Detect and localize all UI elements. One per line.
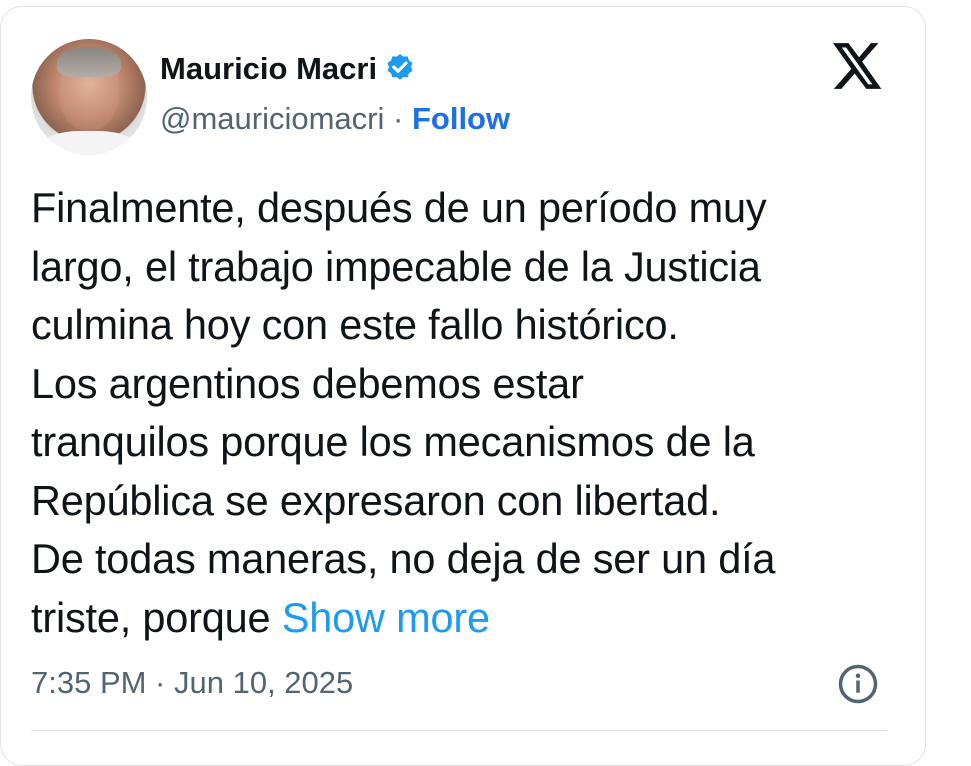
follow-button[interactable]: Follow <box>412 101 510 136</box>
avatar[interactable] <box>31 39 147 155</box>
handle-row: @mauriciomacri · Follow <box>160 99 510 139</box>
tweet-text: Finalmente, después de un período muy la… <box>31 184 776 641</box>
info-icon[interactable] <box>837 663 879 705</box>
separator-dot: · <box>384 101 412 136</box>
x-logo-icon[interactable] <box>833 43 883 89</box>
verified-badge-icon <box>387 54 413 80</box>
tweet-body: Finalmente, después de un período muy la… <box>31 179 911 647</box>
author-name[interactable]: Mauricio Macri <box>160 49 377 89</box>
tweet-header: Mauricio Macri @mauriciomacri · Follow <box>31 39 901 155</box>
author-handle[interactable]: @mauriciomacri <box>160 101 384 136</box>
divider <box>31 730 887 731</box>
avatar-hair <box>57 47 121 77</box>
tweet-timestamp[interactable]: 7:35 PM · Jun 10, 2025 <box>31 660 353 706</box>
avatar-shirt <box>41 131 137 155</box>
author-name-row: Mauricio Macri <box>160 49 417 89</box>
show-more-link[interactable]: Show more <box>282 594 490 641</box>
